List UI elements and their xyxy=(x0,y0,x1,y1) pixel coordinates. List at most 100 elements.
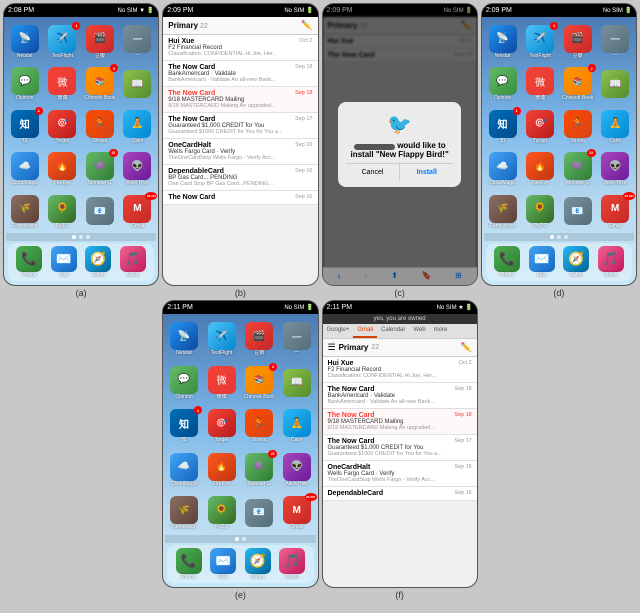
app-fireeye[interactable]: 🔥 FireEye xyxy=(46,150,80,188)
app-d-zhihu[interactable]: 知 1 知 xyxy=(486,108,520,146)
app-e-target[interactable]: 🎯 Target xyxy=(205,407,239,446)
dock-e-mail[interactable]: ✉️ Mail xyxy=(210,548,236,580)
app-gmail[interactable]: M 22,397 Gmail xyxy=(121,193,155,231)
app-calm[interactable]: 🧘 Calm xyxy=(121,108,155,146)
tab-web[interactable]: Web xyxy=(409,324,429,338)
dock-music[interactable]: 🎵 Music xyxy=(120,246,146,278)
dock-d-music[interactable]: 🎵 Music xyxy=(598,246,624,278)
mail-edit-icon-f[interactable]: ✏️ xyxy=(461,342,472,353)
app-e-fireeye[interactable]: 🔥 FireEye xyxy=(205,450,239,489)
app-strava[interactable]: 🏃 Strava xyxy=(83,108,117,146)
tab-calendar[interactable]: Calendar xyxy=(377,324,409,338)
mail-edit-icon[interactable]: ✏️ xyxy=(301,20,312,31)
app-d-monster[interactable]: 👾 22 Monster G xyxy=(561,150,595,188)
dock-phone[interactable]: 📞 Phone xyxy=(16,246,42,278)
time-b: 2:09 PM xyxy=(167,7,193,14)
alert-cancel-button[interactable]: Cancel xyxy=(346,164,400,181)
app-e-testflight[interactable]: ✈️ TestFlight xyxy=(205,320,239,359)
app-d-alienhive[interactable]: 👽 Alien Hive xyxy=(598,150,632,188)
app-d-netstat[interactable]: 📡 Netstat xyxy=(486,23,520,61)
app-testflight[interactable]: ✈️ 1 TestFlight xyxy=(46,23,80,61)
mail-f-item-5[interactable]: OneCardHalt Wells Fargo Card · Verify Th… xyxy=(323,461,477,487)
app-d-chinookbook[interactable]: 📚 2 Chinook Book xyxy=(561,65,595,103)
dock-mail[interactable]: ✉️ Mail xyxy=(51,246,77,278)
app-d-opinion[interactable]: 💬 Opinion xyxy=(486,65,520,103)
tab-more[interactable]: more xyxy=(430,324,452,338)
mail-f-item-3[interactable]: The Now Card 9/18 MASTERCARD Mailing 9/1… xyxy=(323,409,477,435)
dock-d-phone[interactable]: 📞 Phone xyxy=(494,246,520,278)
app-chinookbook[interactable]: 📚 3 Chinook Book xyxy=(83,65,117,103)
mail-f-item-6[interactable]: DependableCard Sep 16 xyxy=(323,487,477,501)
dock-e-music[interactable]: 🎵 Music xyxy=(279,548,305,580)
app-opinion[interactable]: 💬 Opinion xyxy=(8,65,42,103)
panel-e: 2:11 PM No SIM 🔋 📡 Netstat ✈️ TestFlight xyxy=(162,300,318,602)
dock-e-phone[interactable]: 📞 Phone xyxy=(176,548,202,580)
app-e-monster[interactable]: 👾 22 Monster G xyxy=(242,450,276,489)
app-e-yi[interactable]: 一 一 xyxy=(280,320,314,359)
mail-item-1[interactable]: Hui Xue F2 Financial Record Classificati… xyxy=(163,35,317,61)
app-e-strava[interactable]: 🏃 Strava xyxy=(242,407,276,446)
app-e-calm[interactable]: 🧘 Calm xyxy=(280,407,314,446)
app-e-misc1[interactable]: 📖 xyxy=(280,363,314,402)
app-cloudmagic[interactable]: ☁️ CloudMagic xyxy=(8,150,42,188)
app-e-alienhive[interactable]: 👽 Alien Hive xyxy=(280,450,314,489)
app-d-strava[interactable]: 🏃 Strava xyxy=(561,108,595,146)
app-target[interactable]: 🎯 Target xyxy=(46,108,80,146)
panel-a-label: (a) xyxy=(3,286,159,300)
tab-gmail[interactable]: Gmail xyxy=(353,324,377,338)
app-d-douban[interactable]: 🎬 豆瓣 xyxy=(561,23,595,61)
tab-googleplus[interactable]: Google+ xyxy=(323,324,354,338)
app-d-pvz[interactable]: 🌻 PvZ 2 xyxy=(523,193,557,231)
mail-item-3[interactable]: The Now Card 9/18 MASTERCARD Mailing 9/1… xyxy=(163,87,317,113)
app-d-misc2[interactable]: 📧 xyxy=(561,193,595,231)
app-e-chinookbook[interactable]: 📚 2 Chinook Book xyxy=(242,363,276,402)
app-d-farmivision[interactable]: 🌾 Farmivision xyxy=(486,193,520,231)
mail-item-2[interactable]: The Now Card BankAmericard · Validate Ba… xyxy=(163,61,317,87)
mail-item-5[interactable]: OneCardHalt Wells Fargo Card · Verify Th… xyxy=(163,139,317,165)
dock-d-mail[interactable]: ✉️ Mail xyxy=(529,246,555,278)
app-pvz[interactable]: 🌻 PvZ 2 xyxy=(46,193,80,231)
app-e-netstat[interactable]: 📡 Netstat xyxy=(167,320,201,359)
app-e-opinion[interactable]: 💬 Opinion xyxy=(167,363,201,402)
app-d-calm[interactable]: 🧘 Calm xyxy=(598,108,632,146)
dock-d-safari[interactable]: 🧭 Safari xyxy=(563,246,589,278)
app-douban[interactable]: 🎬 豆瓣 xyxy=(83,23,117,61)
app-yi[interactable]: 一 一 xyxy=(121,23,155,61)
mail-f-item-2[interactable]: The Now Card BankAmericard · Validate Ba… xyxy=(323,383,477,409)
app-netstat[interactable]: 📡 Netstat xyxy=(8,23,42,61)
app-d-target[interactable]: 🎯 Target xyxy=(523,108,557,146)
hamburger-icon[interactable]: ☰ xyxy=(328,342,336,353)
app-monster[interactable]: 👾 22 Monster G xyxy=(83,150,117,188)
app-d-misc[interactable]: 📖 xyxy=(598,65,632,103)
app-d-fireeye[interactable]: 🔥 FireEye xyxy=(523,150,557,188)
app-farmivision[interactable]: 🌾 Farmivision xyxy=(8,193,42,231)
app-weibo[interactable]: 微 微博 xyxy=(46,65,80,103)
dock-e-safari[interactable]: 🧭 Safari xyxy=(245,548,271,580)
alert-install-button[interactable]: Install xyxy=(400,164,453,181)
app-e-cloudmagic[interactable]: ☁️ CloudMagic xyxy=(167,450,201,489)
app-e-gmail[interactable]: M 22,397 Gmail xyxy=(280,494,314,533)
phone-frame-a: 2:08 PM No SIM ▼ 🔋 📡 Netstat ✈️ 1 xyxy=(3,3,159,286)
mail-item-7[interactable]: The Now Card Sep 16 xyxy=(163,191,317,205)
app-e-zhihu[interactable]: 知 1 知 xyxy=(167,407,201,446)
mail-item-6[interactable]: DependableCard BP Gas Card... PENDING On… xyxy=(163,165,317,191)
app-misc2[interactable]: 📧 xyxy=(83,193,117,231)
app-e-misc2[interactable]: 📧 xyxy=(242,494,276,533)
app-zhihu[interactable]: 知 1 知 xyxy=(8,108,42,146)
app-e-farmivision[interactable]: 🌾 Farmivision xyxy=(167,494,201,533)
app-d-weibo[interactable]: 微 微博 xyxy=(523,65,557,103)
app-d-gmail[interactable]: M 22,397 Gmail xyxy=(598,193,632,231)
mail-item-4[interactable]: The Now Card Guaranteed $1,000 CREDIT fo… xyxy=(163,113,317,139)
mail-f-item-1[interactable]: Hui Xue F2 Financial Record Classificati… xyxy=(323,357,477,383)
app-d-cloudmagic[interactable]: ☁️ CloudMagic xyxy=(486,150,520,188)
app-d-testflight[interactable]: ✈️ 1 TestFlight xyxy=(523,23,557,61)
app-e-pvz[interactable]: 🌻 PvZ 2 xyxy=(205,494,239,533)
app-d-yi[interactable]: 一 一 xyxy=(598,23,632,61)
mail-header: Primary 22 ✏️ xyxy=(163,17,317,35)
mail-f-item-4[interactable]: The Now Card Guaranteed $1,000 CREDIT fo… xyxy=(323,435,477,461)
app-e-weibo[interactable]: 微 微博 xyxy=(205,363,239,402)
app-alienhive[interactable]: 👽 Alien Hive xyxy=(121,150,155,188)
app-misc1[interactable]: 📖 xyxy=(121,65,155,103)
dock-safari[interactable]: 🧭 Safari xyxy=(85,246,111,278)
app-e-douban[interactable]: 🎬 豆瓣 xyxy=(242,320,276,359)
